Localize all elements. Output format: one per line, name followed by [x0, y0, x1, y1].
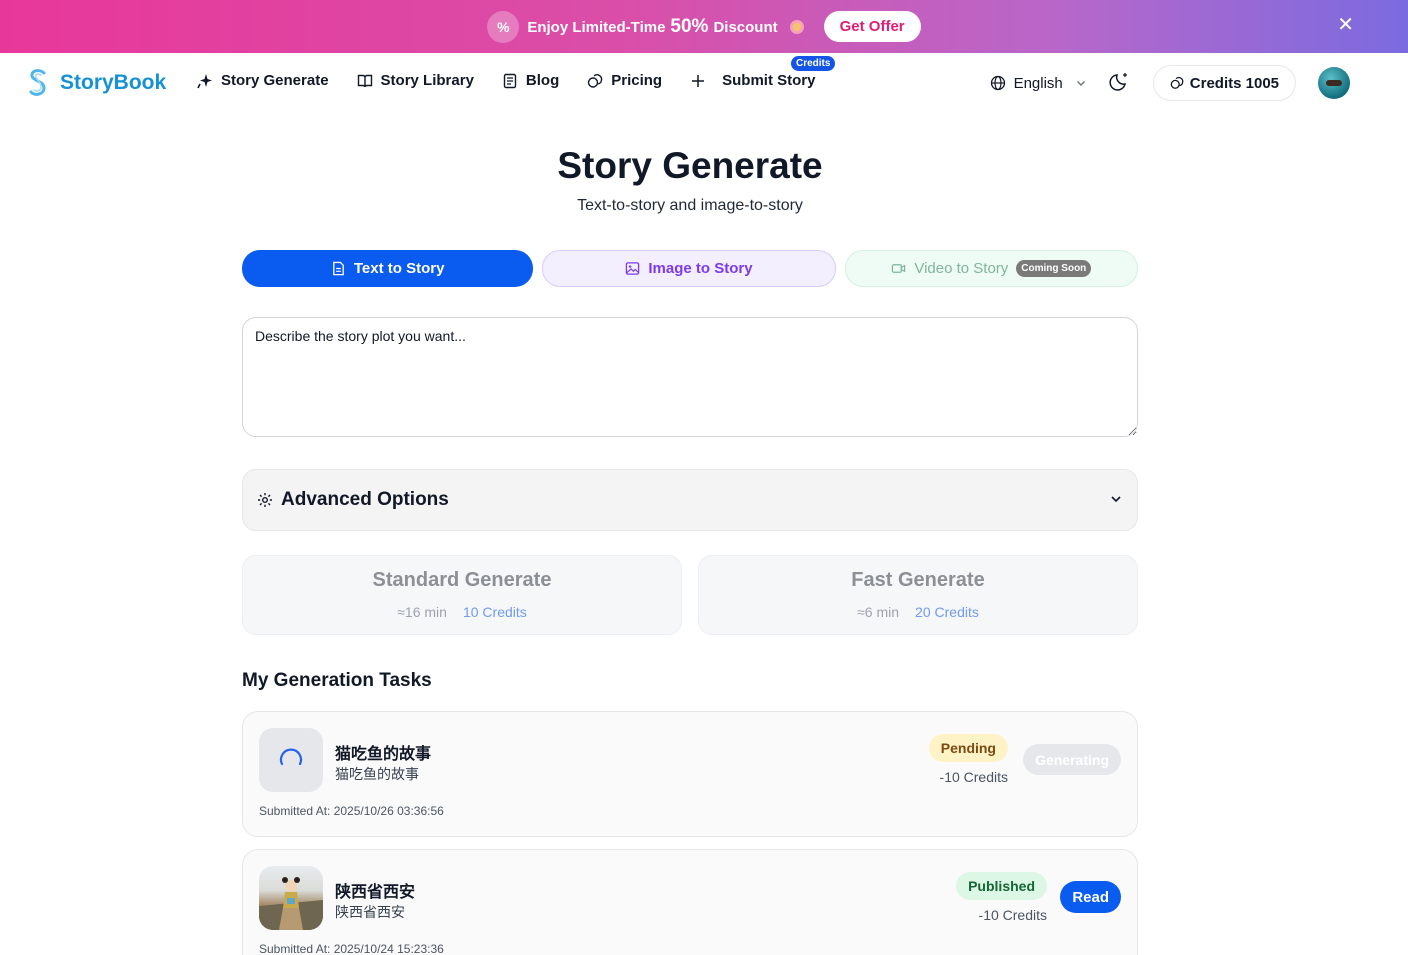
plus-icon — [692, 74, 705, 87]
tab-label: Text to Story — [353, 260, 445, 277]
credits-label: Credits 1005 — [1189, 74, 1279, 92]
generate-meta: ≈6 min 20 Credits — [699, 604, 1137, 620]
language-select[interactable]: English — [990, 75, 1087, 92]
promo-percent: 50% — [670, 15, 709, 37]
main-menu: Story Generate Story Library Blog Pricin… — [197, 56, 836, 89]
language-label: English — [1013, 74, 1063, 92]
task-subtitle: 陕西省西安 — [335, 904, 405, 920]
promo-dot-icon — [789, 19, 804, 34]
sparkle-icon — [197, 73, 212, 88]
story-mode-tabs: Text to Story Image to Story Video to St… — [242, 250, 1138, 287]
nav-label: Story Generate — [221, 72, 329, 89]
close-icon[interactable]: ✕ — [1337, 14, 1354, 36]
document-icon — [503, 73, 517, 88]
task-cost: -10 Credits — [978, 907, 1047, 923]
nav-label: Blog — [525, 72, 560, 89]
document-icon — [333, 261, 344, 276]
task-subtitle: 猫吃鱼的故事 — [335, 766, 419, 782]
top-nav: StoryBook Story Generate Story Library B… — [0, 53, 1408, 113]
generate-meta: ≈16 min 10 Credits — [243, 604, 681, 620]
story-cover-image — [259, 877, 323, 930]
percent-icon: % — [487, 10, 520, 43]
read-button[interactable]: Read — [1060, 881, 1121, 913]
storybook-logo-icon — [29, 69, 46, 96]
task-submitted-at: Submitted At: 2025/10/24 15:23:36 — [259, 942, 444, 955]
loading-spinner-icon — [279, 748, 303, 766]
credits-badge: Credits — [791, 56, 836, 71]
standard-generate-button[interactable]: Standard Generate ≈16 min 10 Credits — [242, 555, 682, 635]
task-thumbnail[interactable] — [259, 866, 323, 930]
status-badge: Pending — [928, 734, 1008, 762]
story-prompt-input[interactable] — [242, 317, 1138, 437]
nav-story-library[interactable]: Story Library — [357, 72, 474, 89]
nav-submit-story[interactable]: Submit Story Credits — [690, 56, 836, 89]
generate-time: ≈16 min — [397, 604, 447, 620]
page-title: Story Generate — [557, 145, 823, 186]
tab-label: Video to Story — [914, 260, 1009, 277]
generating-button[interactable]: Generating — [1023, 744, 1121, 775]
generate-title: Standard Generate — [372, 569, 552, 591]
status-badge: Published — [956, 872, 1047, 900]
nav-pricing[interactable]: Pricing — [587, 72, 662, 89]
video-icon — [892, 264, 906, 273]
nav-blog[interactable]: Blog — [502, 72, 559, 89]
advanced-options-label: Advanced Options — [281, 489, 449, 510]
promo-text-prefix: Enjoy Limited-Time — [527, 18, 666, 36]
nav-label: Story Library — [380, 72, 474, 89]
logo[interactable]: StoryBook — [26, 68, 166, 98]
generate-options: Standard Generate ≈16 min 10 Credits Fas… — [242, 555, 1138, 635]
chevron-down-icon — [1076, 81, 1085, 86]
task-name: 猫吃鱼的故事 — [335, 746, 432, 763]
globe-icon — [990, 75, 1005, 91]
generate-time: ≈6 min — [857, 604, 900, 620]
fast-generate-button[interactable]: Fast Generate ≈6 min 20 Credits — [698, 555, 1138, 635]
tasks-heading: My Generation Tasks — [242, 670, 432, 691]
get-offer-button[interactable]: Get Offer — [823, 11, 921, 42]
task-submitted-at: Submitted At: 2025/10/26 03:36:56 — [259, 804, 444, 818]
generate-credits: 20 Credits — [915, 604, 979, 620]
task-card: 陕西省西安 陕西省西安 Published -10 Credits Read S… — [242, 849, 1138, 955]
promo-content: % Enjoy Limited-Time 50% Discount Get Of… — [487, 10, 921, 43]
moon-icon — [1109, 72, 1127, 91]
coins-icon — [1170, 76, 1184, 89]
generate-title: Fast Generate — [851, 569, 985, 591]
promo-text: Enjoy Limited-Time 50% Discount — [527, 16, 777, 38]
tab-label: Image to Story — [648, 260, 753, 277]
tab-image-to-story[interactable]: Image to Story — [542, 250, 836, 287]
tab-text-to-story[interactable]: Text to Story — [242, 250, 534, 287]
nav-story-generate[interactable]: Story Generate — [197, 72, 329, 89]
promo-banner: % Enjoy Limited-Time 50% Discount Get Of… — [0, 0, 1408, 53]
page-subtitle: Text-to-story and image-to-story — [577, 197, 803, 214]
nav-label: Pricing — [611, 72, 663, 89]
gear-icon — [258, 493, 272, 507]
brand-name: StoryBook — [60, 71, 167, 94]
promo-text-suffix: Discount — [713, 18, 778, 36]
advanced-options-toggle[interactable]: Advanced Options — [242, 469, 1138, 531]
coins-icon — [588, 73, 603, 88]
nav-label: Submit Story — [722, 72, 816, 89]
avatar[interactable] — [1318, 67, 1350, 99]
credits-button[interactable]: Credits 1005 — [1152, 65, 1296, 101]
dark-mode-toggle[interactable] — [1109, 70, 1131, 97]
chevron-down-icon — [1111, 496, 1121, 503]
task-thumbnail — [259, 728, 323, 792]
task-name: 陕西省西安 — [335, 884, 416, 901]
tab-video-to-story[interactable]: Video to Story Coming Soon — [844, 250, 1138, 287]
book-open-icon — [357, 74, 372, 87]
main-content: Story Generate Text-to-story and image-t… — [242, 113, 1138, 955]
generate-credits: 10 Credits — [462, 604, 527, 620]
coming-soon-badge: Coming Soon — [1016, 260, 1092, 277]
nav-right: English Credits 1005 — [990, 65, 1350, 101]
task-cost: -10 Credits — [939, 769, 1008, 785]
image-icon — [626, 262, 640, 275]
task-card: 猫吃鱼的故事 猫吃鱼的故事 Pending -10 Credits Genera… — [242, 711, 1138, 837]
